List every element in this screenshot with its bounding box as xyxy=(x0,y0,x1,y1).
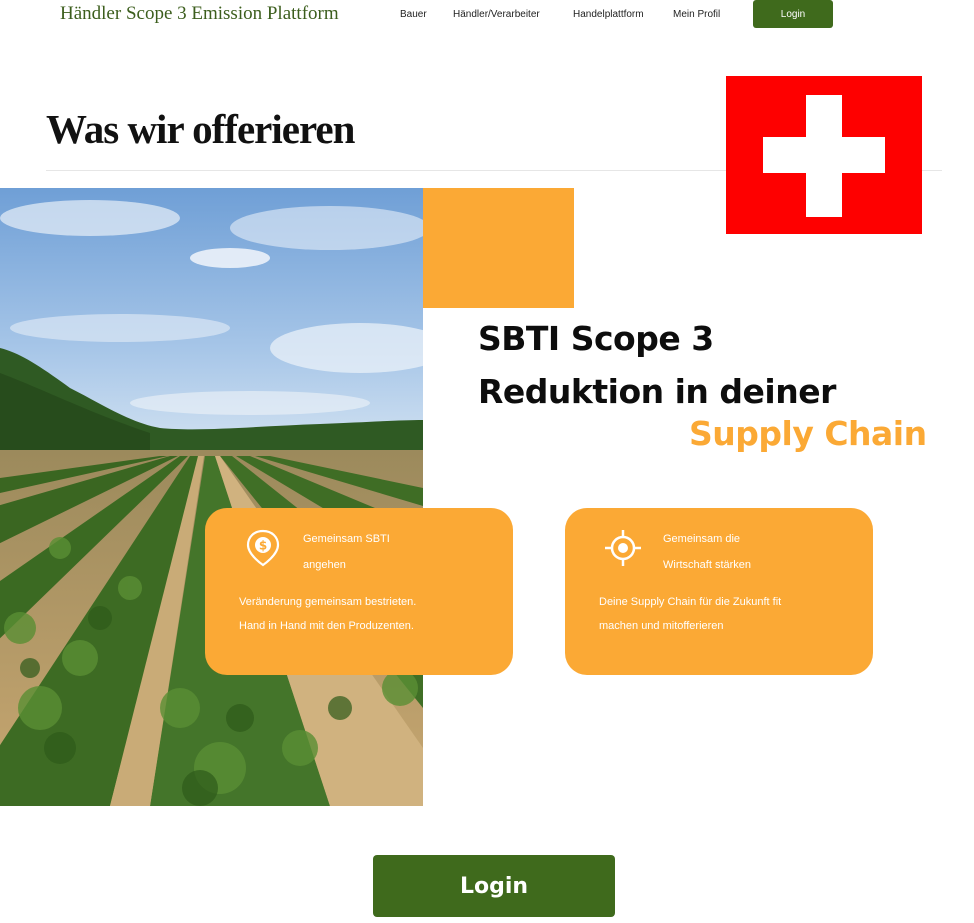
headline-line-1: SBTI Scope 3 xyxy=(478,319,714,358)
brand-title[interactable]: Händler Scope 3 Emission Plattform xyxy=(60,3,339,25)
target-icon xyxy=(605,530,641,566)
coin-pin-icon: $ xyxy=(246,529,280,567)
card-title: Gemeinsam SBTI angehen xyxy=(303,533,390,571)
nav-item-handelplattform[interactable]: Handelplattform xyxy=(573,9,644,20)
nav-item-mein-profil[interactable]: Mein Profil xyxy=(673,9,720,20)
feature-card-wirtschaft[interactable]: Gemeinsam die Wirtschaft stärken Deine S… xyxy=(565,508,873,675)
main-login-button[interactable]: Login xyxy=(373,855,615,917)
headline-line-2: Reduktion in deiner xyxy=(478,372,836,411)
card-title: Gemeinsam die Wirtschaft stärken xyxy=(663,533,752,571)
feature-card-sbti[interactable]: $ Gemeinsam SBTI angehen Veränderung gem… xyxy=(205,508,513,675)
headline-accent: Supply Chain xyxy=(689,414,927,453)
nav-item-bauer[interactable]: Bauer xyxy=(400,9,427,20)
swiss-flag-icon xyxy=(726,76,922,234)
card-description: Veränderung gemeinsam bestrieten. Hand i… xyxy=(239,596,417,632)
orange-accent-block xyxy=(423,188,574,308)
header-login-button[interactable]: Login xyxy=(753,0,833,28)
svg-text:$: $ xyxy=(259,539,267,553)
site-header: Händler Scope 3 Emission Plattform Bauer… xyxy=(0,0,974,34)
hero-headline: SBTI Scope 3 Reduktion in deiner xyxy=(478,312,836,418)
section-title: Was wir offerieren xyxy=(46,106,355,152)
card-description: Deine Supply Chain für die Zukunft fit m… xyxy=(599,596,782,632)
nav-item-haendler[interactable]: Händler/Verarbeiter xyxy=(453,9,540,20)
field-photo xyxy=(0,188,423,806)
